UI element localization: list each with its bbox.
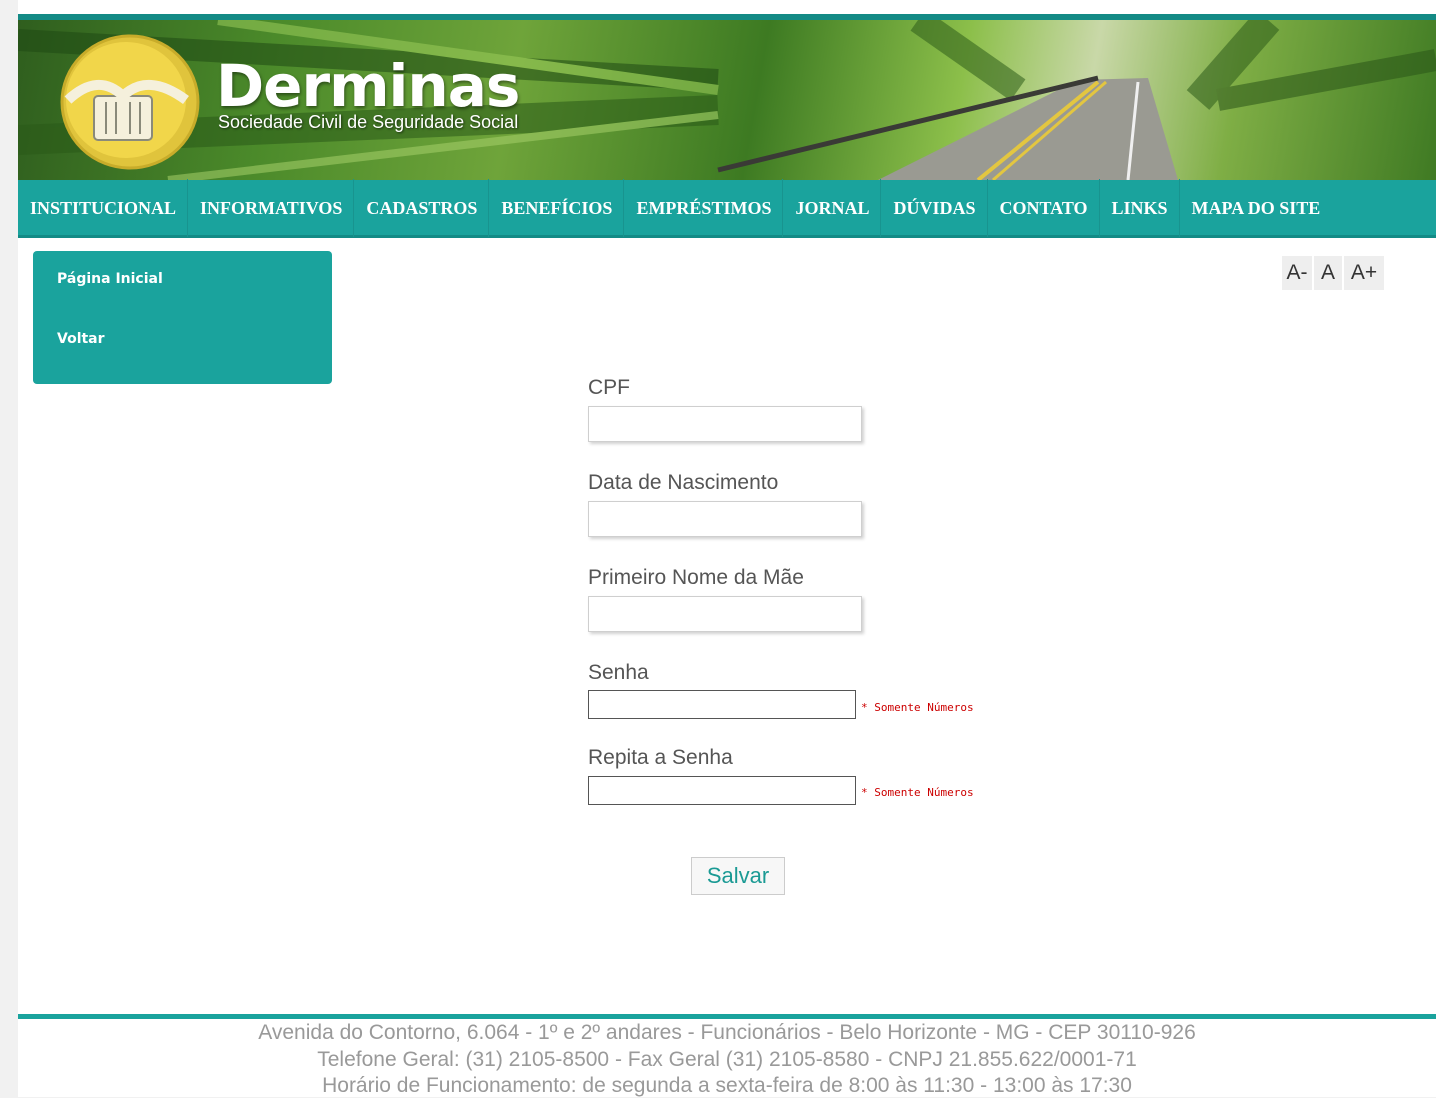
footer-phones: Telefone Geral: (31) 2105-8500 - Fax Ger… [317, 1048, 1137, 1071]
mother-name-label: Primeiro Nome da Mãe [588, 566, 804, 589]
repeat-password-hint: * Somente Números [861, 786, 974, 799]
repeat-password-label: Repita a Senha [588, 746, 733, 769]
nav-item-jornal[interactable]: JORNAL [783, 178, 882, 237]
nav-item-contato[interactable]: CONTATO [988, 178, 1100, 237]
nav-item-informativos[interactable]: INFORMATIVOS [188, 178, 355, 237]
sidebar-item-voltar[interactable]: Voltar [57, 331, 105, 347]
font-increase-button[interactable]: A+ [1344, 256, 1384, 290]
nav-item-beneficios[interactable]: BENEFÍCIOS [489, 178, 625, 237]
birth-date-input[interactable] [588, 501, 862, 537]
footer-divider [18, 1014, 1436, 1019]
password-hint: * Somente Números [861, 701, 974, 714]
birth-date-label: Data de Nascimento [588, 471, 779, 494]
nav-item-cadastros[interactable]: CADASTROS [354, 178, 490, 237]
brand-logo-text: Derminas [216, 52, 520, 120]
brand-tagline: Sociedade Civil de Seguridade Social [218, 112, 519, 132]
save-button[interactable]: Salvar [691, 857, 785, 895]
header-banner: Derminas Sociedade Civil de Seguridade S… [18, 20, 1436, 180]
cpf-input[interactable] [588, 406, 862, 442]
nav-item-links[interactable]: LINKS [1100, 178, 1180, 237]
password-input[interactable] [588, 690, 856, 719]
nav-item-mapa-do-site[interactable]: MAPA DO SITE [1180, 179, 1332, 237]
cpf-label: CPF [588, 376, 630, 399]
sidebar-menu: Página Inicial Voltar [33, 251, 332, 384]
repeat-password-input[interactable] [588, 776, 856, 805]
nav-item-institucional[interactable]: INSTITUCIONAL [18, 178, 189, 237]
font-normal-button[interactable]: A [1314, 256, 1342, 290]
font-decrease-button[interactable]: A- [1282, 256, 1312, 290]
footer-hours: Horário de Funcionamento: de segunda a s… [322, 1074, 1132, 1097]
main-nav: INSTITUCIONAL INFORMATIVOS CADASTROS BEN… [18, 178, 1436, 238]
nav-item-duvidas[interactable]: DÚVIDAS [881, 178, 988, 237]
mother-name-input[interactable] [588, 596, 862, 632]
page: Derminas Sociedade Civil de Seguridade S… [18, 0, 1436, 1097]
nav-item-emprestimos[interactable]: EMPRÉSTIMOS [624, 178, 784, 237]
footer-address: Avenida do Contorno, 6.064 - 1º e 2º and… [258, 1021, 1196, 1044]
sidebar-item-pagina-inicial[interactable]: Página Inicial [57, 271, 163, 287]
password-label: Senha [588, 661, 649, 684]
